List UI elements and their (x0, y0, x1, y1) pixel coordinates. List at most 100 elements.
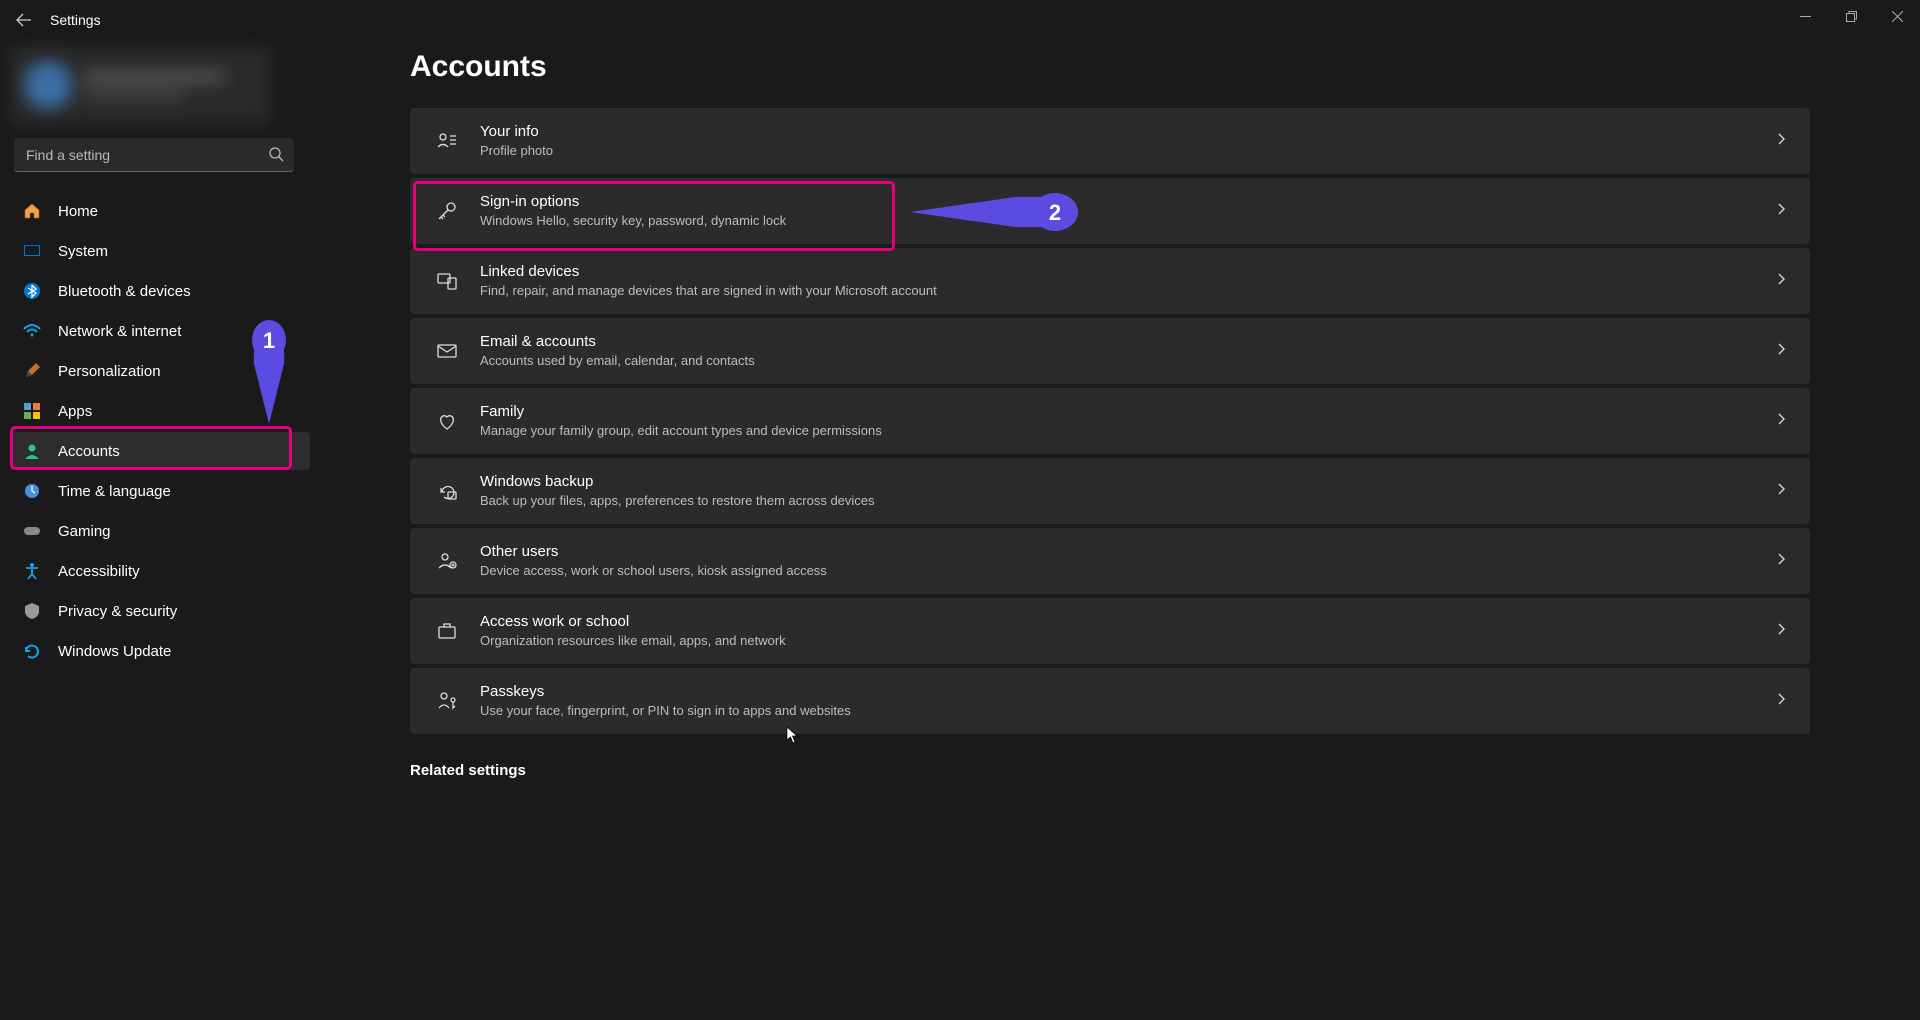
nav-item-accounts[interactable]: Accounts (10, 432, 310, 470)
row-title: Email & accounts (480, 332, 1774, 352)
key-icon (432, 200, 462, 222)
nav-label: Windows Update (58, 643, 171, 660)
nav-item-network[interactable]: Network & internet (10, 312, 310, 350)
close-icon (1892, 11, 1903, 22)
maximize-button[interactable] (1828, 0, 1874, 32)
row-passkeys[interactable]: Passkeys Use your face, fingerprint, or … (410, 668, 1810, 734)
page-title: Accounts (410, 50, 1810, 84)
nav-list: Home System Bluetooth & devices Network … (10, 192, 310, 670)
search-icon (268, 146, 284, 167)
chevron-right-icon (1774, 552, 1788, 571)
row-subtitle: Use your face, fingerprint, or PIN to si… (480, 702, 1774, 720)
other-users-icon (432, 550, 462, 572)
home-icon (22, 201, 42, 221)
window-title: Settings (50, 12, 101, 28)
time-language-icon (22, 481, 42, 501)
row-family[interactable]: Family Manage your family group, edit ac… (410, 388, 1810, 454)
backup-icon (432, 480, 462, 502)
chevron-right-icon (1774, 202, 1788, 221)
email-icon (432, 340, 462, 362)
row-title: Sign-in options (480, 192, 1774, 212)
personalization-icon (22, 361, 42, 381)
row-other-users[interactable]: Other users Device access, work or schoo… (410, 528, 1810, 594)
privacy-icon (22, 601, 42, 621)
avatar (24, 61, 72, 109)
nav-label: Privacy & security (58, 603, 177, 620)
nav-item-system[interactable]: System (10, 232, 310, 270)
row-linked-devices[interactable]: Linked devices Find, repair, and manage … (410, 248, 1810, 314)
network-icon (22, 321, 42, 341)
nav-label: Accounts (58, 443, 120, 460)
passkeys-icon (432, 690, 462, 712)
chevron-right-icon (1774, 692, 1788, 711)
back-button[interactable] (8, 4, 40, 36)
nav-item-privacy[interactable]: Privacy & security (10, 592, 310, 630)
row-windows-backup[interactable]: Windows backup Back up your files, apps,… (410, 458, 1810, 524)
row-title: Your info (480, 122, 1774, 142)
main-content: Accounts Your info Profile photo Sign-in… (410, 50, 1810, 779)
nav-item-apps[interactable]: Apps (10, 392, 310, 430)
close-button[interactable] (1874, 0, 1920, 32)
nav-item-bluetooth[interactable]: Bluetooth & devices (10, 272, 310, 310)
row-title: Windows backup (480, 472, 1774, 492)
back-arrow-icon (16, 12, 32, 28)
nav-label: Home (58, 203, 98, 220)
nav-label: Network & internet (58, 323, 181, 340)
related-settings-header: Related settings (410, 762, 1810, 779)
nav-label: Bluetooth & devices (58, 283, 191, 300)
row-your-info[interactable]: Your info Profile photo (410, 108, 1810, 174)
chevron-right-icon (1774, 342, 1788, 361)
accessibility-icon (22, 561, 42, 581)
chevron-right-icon (1774, 622, 1788, 641)
titlebar: Settings (0, 0, 1920, 40)
nav-label: Gaming (58, 523, 111, 540)
sidebar: Home System Bluetooth & devices Network … (10, 46, 310, 670)
row-title: Other users (480, 542, 1774, 562)
row-title: Passkeys (480, 682, 1774, 702)
row-subtitle: Manage your family group, edit account t… (480, 422, 1774, 440)
bluetooth-icon (22, 281, 42, 301)
nav-item-personalization[interactable]: Personalization (10, 352, 310, 390)
row-title: Family (480, 402, 1774, 422)
nav-item-gaming[interactable]: Gaming (10, 512, 310, 550)
row-email-accounts[interactable]: Email & accounts Accounts used by email,… (410, 318, 1810, 384)
row-work-school[interactable]: Access work or school Organization resou… (410, 598, 1810, 664)
nav-item-accessibility[interactable]: Accessibility (10, 552, 310, 590)
briefcase-icon (432, 620, 462, 642)
nav-item-home[interactable]: Home (10, 192, 310, 230)
nav-item-windows-update[interactable]: Windows Update (10, 632, 310, 670)
nav-item-time-language[interactable]: Time & language (10, 472, 310, 510)
search-wrap (14, 138, 294, 172)
chevron-right-icon (1774, 272, 1788, 291)
system-icon (22, 241, 42, 261)
chevron-right-icon (1774, 412, 1788, 431)
nav-label: Apps (58, 403, 92, 420)
row-title: Linked devices (480, 262, 1774, 282)
linked-devices-icon (432, 270, 462, 292)
accounts-icon (22, 441, 42, 461)
nav-label: Accessibility (58, 563, 140, 580)
minimize-icon (1800, 11, 1811, 22)
nav-label: Time & language (58, 483, 171, 500)
maximize-icon (1846, 11, 1857, 22)
windows-update-icon (22, 641, 42, 661)
settings-rows: Your info Profile photo Sign-in options … (410, 108, 1810, 734)
row-subtitle: Find, repair, and manage devices that ar… (480, 282, 1774, 300)
row-subtitle: Back up your files, apps, preferences to… (480, 492, 1774, 510)
profile-card[interactable] (10, 46, 270, 124)
minimize-button[interactable] (1782, 0, 1828, 32)
row-subtitle: Device access, work or school users, kio… (480, 562, 1774, 580)
your-info-icon (432, 130, 462, 152)
search-input[interactable] (14, 138, 294, 172)
row-subtitle: Accounts used by email, calendar, and co… (480, 352, 1774, 370)
apps-icon (22, 401, 42, 421)
row-subtitle: Organization resources like email, apps,… (480, 632, 1774, 650)
family-icon (432, 410, 462, 432)
gaming-icon (22, 521, 42, 541)
row-sign-in-options[interactable]: Sign-in options Windows Hello, security … (410, 178, 1810, 244)
chevron-right-icon (1774, 482, 1788, 501)
chevron-right-icon (1774, 132, 1788, 151)
row-subtitle: Profile photo (480, 142, 1774, 160)
row-subtitle: Windows Hello, security key, password, d… (480, 212, 1774, 230)
row-title: Access work or school (480, 612, 1774, 632)
